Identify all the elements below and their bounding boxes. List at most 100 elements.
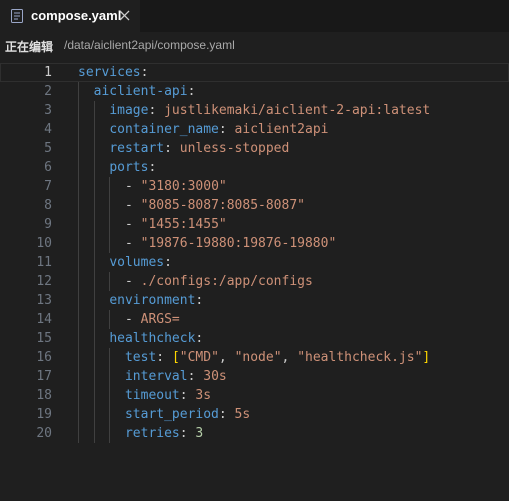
indent-guide (109, 177, 110, 253)
tab-bar: compose.yaml (0, 0, 509, 32)
code-token: start_period (124, 407, 219, 422)
code-line[interactable]: 19 start_period: 5s (0, 405, 509, 424)
code-token: unless-stopped (179, 141, 290, 156)
line-number: 11 (36, 255, 52, 270)
code-token: : (187, 369, 204, 384)
code-text: - "8085-8087:8085-8087" (125, 196, 305, 215)
path-bar: 正在编辑 /data/aiclient2api/compose.yaml (0, 32, 509, 58)
code-token: aiclient-api (93, 84, 188, 99)
code-line[interactable]: 7 - "3180:3000" (0, 177, 509, 196)
code-token: ] (422, 350, 431, 365)
code-token: "3180:3000" (140, 179, 227, 194)
line-number: 14 (36, 312, 52, 327)
code-line[interactable]: 5 restart: unless-stopped (0, 139, 509, 158)
code-token: volumes (109, 255, 165, 270)
code-line[interactable]: 1 services: (0, 63, 509, 82)
line-number: 9 (44, 217, 52, 232)
code-token: 3 (195, 426, 204, 441)
code-token: "node" (234, 350, 282, 365)
code-line[interactable]: 14 - ARGS= (0, 310, 509, 329)
code-line[interactable]: 10 - "19876-19880:19876-19880" (0, 234, 509, 253)
code-line[interactable]: 13 environment: (0, 291, 509, 310)
code-line[interactable]: 6 ports: (0, 158, 509, 177)
code-line[interactable]: 17 interval: 30s (0, 367, 509, 386)
code-line[interactable]: 2 aiclient-api: (0, 82, 509, 101)
code-text: restart: unless-stopped (109, 139, 289, 158)
code-line[interactable]: 12 - ./configs:/app/configs (0, 272, 509, 291)
code-token: "8085-8087:8085-8087" (140, 198, 305, 213)
indent-guide (109, 272, 110, 291)
code-token: "1455:1455" (140, 217, 227, 232)
code-token: restart (109, 141, 165, 156)
code-token: : (140, 65, 149, 80)
code-token: : (164, 141, 180, 156)
code-line[interactable]: 3 image: justlikemaki/aiclient-2-api:late… (0, 101, 509, 120)
code-token: 3s (195, 388, 212, 403)
code-token: : (179, 388, 196, 403)
code-text: environment: (109, 291, 203, 310)
code-token: : (156, 350, 172, 365)
line-number: 3 (44, 103, 52, 118)
code-token: container_name (109, 122, 219, 137)
line-number: 18 (36, 388, 52, 403)
code-text: interval: 30s (125, 367, 227, 386)
code-token: "healthcheck.js" (297, 350, 423, 365)
code-token: : (179, 426, 196, 441)
tab-title: compose.yaml (31, 8, 122, 23)
code-token: : (195, 331, 204, 346)
code-line[interactable]: 20 retries: 3 (0, 424, 509, 443)
code-line[interactable]: 8 - "8085-8087:8085-8087" (0, 196, 509, 215)
file-text-icon (11, 9, 23, 23)
code-token: 30s (203, 369, 227, 384)
code-token: aiclient2api (234, 122, 329, 137)
code-token: - (124, 274, 141, 289)
code-token: justlikemaki/aiclient-2-api:latest (164, 103, 431, 118)
line-number: 6 (44, 160, 52, 175)
code-token: retries (124, 426, 180, 441)
line-number: 1 (44, 65, 52, 80)
line-number: 17 (36, 369, 52, 384)
code-text: ports: (109, 158, 156, 177)
close-icon[interactable] (118, 9, 131, 22)
code-text: - ARGS= (125, 310, 180, 329)
code-line[interactable]: 4 container_name: aiclient2api (0, 120, 509, 139)
code-line[interactable]: 9 - "1455:1455" (0, 215, 509, 234)
line-number: 13 (36, 293, 52, 308)
line-number: 8 (44, 198, 52, 213)
line-number: 10 (36, 236, 52, 251)
code-text: - ./configs:/app/configs (125, 272, 313, 291)
file-path: /data/aiclient2api/compose.yaml (64, 38, 235, 52)
indent-guide (109, 310, 110, 329)
code-token: "CMD" (179, 350, 219, 365)
code-line[interactable]: 18 timeout: 3s (0, 386, 509, 405)
line-number: 15 (36, 331, 52, 346)
code-token: - (124, 312, 141, 327)
code-token: : (195, 293, 204, 308)
code-token: : (187, 84, 196, 99)
line-number: 2 (44, 84, 52, 99)
code-line[interactable]: 11 volumes: (0, 253, 509, 272)
code-token: ports (109, 160, 149, 175)
code-text: container_name: aiclient2api (109, 120, 328, 139)
code-text: healthcheck: (109, 329, 203, 348)
code-token: - (124, 198, 141, 213)
line-number: 20 (36, 426, 52, 441)
line-number: 19 (36, 407, 52, 422)
indent-guide (78, 82, 79, 443)
code-line[interactable]: 15 healthcheck: (0, 329, 509, 348)
code-line[interactable]: 16 test: ["CMD", "node", "healthcheck.js"… (0, 348, 509, 367)
code-token: services (78, 65, 141, 80)
tab-compose-yaml[interactable]: compose.yaml (0, 0, 140, 32)
code-text: timeout: 3s (125, 386, 211, 405)
indent-guide (94, 101, 95, 443)
code-text: image: justlikemaki/aiclient-2-api:lates… (109, 101, 430, 120)
code-token: "19876-19880:19876-19880" (140, 236, 337, 251)
code-text: - "3180:3000" (125, 177, 227, 196)
line-number: 16 (36, 350, 52, 365)
code-text: - "19876-19880:19876-19880" (125, 234, 336, 253)
code-text: test: ["CMD", "node", "healthcheck.js"] (125, 348, 430, 367)
code-token: image (109, 103, 149, 118)
code-token: interval (124, 369, 188, 384)
code-token: : (148, 160, 157, 175)
code-token: : (164, 255, 172, 270)
